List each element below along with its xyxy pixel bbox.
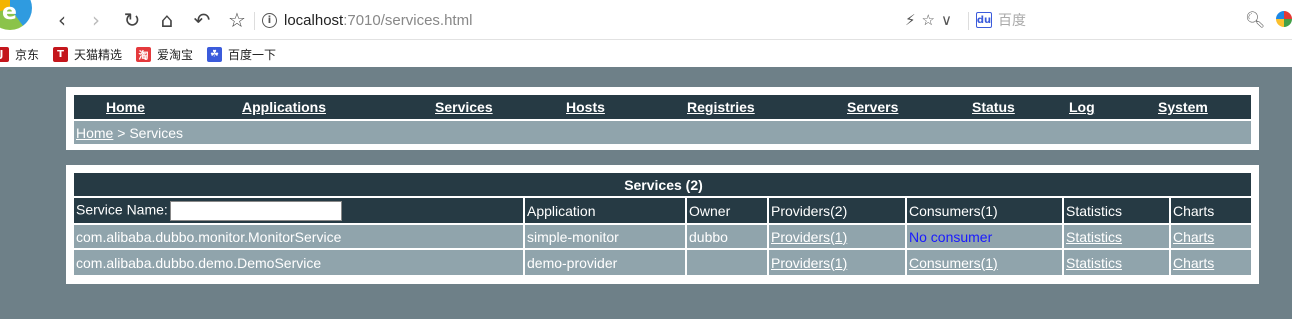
- tmall-icon: T: [53, 46, 69, 62]
- statistics-cell: Statistics: [1064, 225, 1171, 250]
- undo-icon[interactable]: ↶: [190, 8, 214, 32]
- charts-cell: Charts: [1171, 250, 1251, 275]
- menu-registries[interactable]: Registries: [687, 99, 755, 115]
- consumers-link[interactable]: Consumers(1): [909, 255, 998, 271]
- no-consumer-text: No consumer: [909, 228, 993, 245]
- lightning-icon[interactable]: ⚡: [905, 11, 916, 29]
- menu-hosts[interactable]: Hosts: [566, 99, 605, 115]
- bookmark-item[interactable]: T 天猫精选: [53, 46, 122, 63]
- breadcrumb-home[interactable]: Home: [76, 125, 113, 141]
- menu-system[interactable]: System: [1158, 99, 1208, 115]
- header-statistics: Statistics: [1064, 198, 1171, 225]
- header-providers: Providers(2): [769, 198, 907, 225]
- info-icon[interactable]: i: [262, 12, 277, 28]
- application: simple-monitor: [525, 225, 687, 250]
- charts-link[interactable]: Charts: [1173, 255, 1214, 271]
- menu-services[interactable]: Services: [435, 99, 493, 115]
- favorite-star-icon[interactable]: ☆: [922, 11, 935, 29]
- table-header-row: Service Name: Application Owner Provider…: [74, 198, 1251, 225]
- back-icon[interactable]: ‹: [50, 8, 74, 32]
- bookmark-label: 天猫精选: [74, 47, 123, 62]
- header-owner: Owner: [687, 198, 769, 225]
- search-box[interactable]: du 百度: [976, 9, 1026, 31]
- owner: [687, 250, 769, 275]
- service-name: com.alibaba.dubbo.demo.DemoService: [74, 250, 525, 275]
- bookmark-label: 京东: [15, 47, 40, 62]
- breadcrumb: Home > Services: [74, 121, 1251, 144]
- reload-icon[interactable]: ↻: [120, 8, 144, 32]
- statistics-link[interactable]: Statistics: [1066, 229, 1122, 245]
- bookmark-item[interactable]: J 京东: [0, 46, 39, 63]
- service-name: com.alibaba.dubbo.monitor.MonitorService: [74, 225, 525, 250]
- address-bar[interactable]: i localhost:7010/services.html: [262, 9, 472, 31]
- charts-cell: Charts: [1171, 225, 1251, 250]
- address-tools: ⚡ ☆ ∨: [905, 9, 952, 31]
- services-panel: Services (2) Service Name: Application O…: [66, 165, 1259, 284]
- menu-log[interactable]: Log: [1069, 99, 1095, 115]
- bookmark-item[interactable]: ☘ 百度一下: [207, 46, 276, 63]
- providers-link[interactable]: Providers(1): [771, 255, 847, 271]
- header-consumers: Consumers(1): [907, 198, 1064, 225]
- home-icon[interactable]: ⌂: [155, 8, 179, 32]
- services-table: Services (2) Service Name: Application O…: [74, 173, 1251, 275]
- breadcrumb-current: Services: [129, 124, 184, 141]
- extension-icon[interactable]: [1276, 11, 1292, 27]
- providers-cell: Providers(1): [769, 225, 907, 250]
- browser-toolbar: ‹ › ↻ ⌂ ↶ ☆ i localhost:7010/services.ht…: [0, 0, 1292, 40]
- browser-logo-icon: [0, 0, 32, 30]
- jd-icon: J: [0, 46, 9, 62]
- chevron-down-icon[interactable]: ∨: [941, 11, 952, 29]
- baidu-paw-icon: ☘: [207, 46, 223, 62]
- menu-home[interactable]: Home: [106, 99, 145, 115]
- aitaobao-icon: 淘: [136, 46, 152, 62]
- nav-panel: Home Applications Services Hosts Registr…: [66, 87, 1259, 150]
- breadcrumb-separator: >: [113, 124, 130, 141]
- statistics-link[interactable]: Statistics: [1066, 255, 1122, 271]
- url-text[interactable]: localhost:7010/services.html: [284, 12, 472, 29]
- bookmark-item[interactable]: 淘爱淘宝: [136, 46, 193, 63]
- consumers-cell: No consumer: [907, 225, 1064, 250]
- search-placeholder[interactable]: 百度: [998, 10, 1026, 30]
- table-row: com.alibaba.dubbo.demo.DemoService demo-…: [74, 250, 1251, 275]
- statistics-cell: Statistics: [1064, 250, 1171, 275]
- service-name-input[interactable]: [169, 200, 342, 221]
- address-separator: [254, 12, 255, 30]
- search-icon[interactable]: 🔍︎: [1245, 10, 1265, 29]
- application: demo-provider: [525, 250, 687, 275]
- owner: dubbo: [687, 225, 769, 250]
- menu-applications[interactable]: Applications: [242, 99, 326, 115]
- bookmark-label: 百度一下: [228, 47, 277, 62]
- table-caption: Services (2): [74, 173, 1251, 198]
- forward-icon[interactable]: ›: [84, 8, 108, 32]
- consumers-cell: Consumers(1): [907, 250, 1064, 275]
- providers-cell: Providers(1): [769, 250, 907, 275]
- providers-link[interactable]: Providers(1): [771, 229, 847, 245]
- bookmark-star-icon[interactable]: ☆: [225, 8, 249, 32]
- service-name-header: Service Name:: [74, 198, 525, 225]
- menu-servers[interactable]: Servers: [847, 99, 898, 115]
- bookmark-label: 爱淘宝: [157, 47, 194, 62]
- header-charts: Charts: [1171, 198, 1251, 225]
- baidu-icon: du: [976, 12, 992, 28]
- browser-chrome: ‹ › ↻ ⌂ ↶ ☆ i localhost:7010/services.ht…: [0, 0, 1292, 67]
- charts-link[interactable]: Charts: [1173, 229, 1214, 245]
- search-separator: [968, 12, 969, 30]
- table-row: com.alibaba.dubbo.monitor.MonitorService…: [74, 225, 1251, 250]
- service-name-label: Service Name:: [76, 201, 168, 218]
- bookmarks-bar: J 京东 T 天猫精选淘爱淘宝 ☘ 百度一下: [0, 41, 1292, 67]
- header-application: Application: [525, 198, 687, 225]
- main-menu: Home Applications Services Hosts Registr…: [74, 95, 1251, 119]
- menu-status[interactable]: Status: [972, 99, 1015, 115]
- table-caption-row: Services (2): [74, 173, 1251, 198]
